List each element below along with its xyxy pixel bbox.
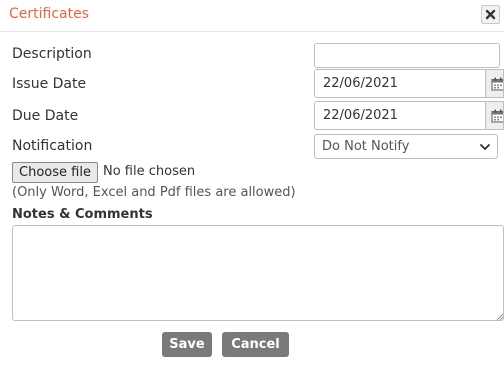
notification-select[interactable]: Do Not Notify (314, 134, 498, 159)
due-date-label: Due Date (12, 108, 79, 124)
notes-textarea[interactable] (12, 225, 504, 321)
issue-date-label: Issue Date (12, 76, 87, 92)
close-icon (485, 9, 496, 20)
choose-file-button[interactable]: Choose file (12, 162, 98, 183)
due-date-value: 22/06/2021 (323, 108, 398, 123)
resize-grip-icon[interactable] (494, 311, 504, 321)
close-button[interactable] (481, 5, 500, 24)
due-date-calendar-button[interactable] (485, 102, 503, 129)
calendar-icon (491, 109, 503, 122)
notification-label: Notification (12, 138, 93, 154)
issue-date-field[interactable]: 22/06/2021 (314, 69, 504, 98)
notification-selected-value: Do Not Notify (322, 139, 410, 154)
file-status-text: No file chosen (103, 164, 196, 179)
due-date-field[interactable]: 22/06/2021 (314, 101, 504, 130)
description-label: Description (12, 46, 92, 62)
chevron-down-icon (480, 144, 490, 150)
cancel-button[interactable]: Cancel (222, 332, 289, 357)
description-input[interactable] (314, 43, 500, 68)
issue-date-value: 22/06/2021 (323, 76, 398, 91)
file-type-hint: (Only Word, Excel and Pdf files are allo… (12, 185, 296, 200)
save-button[interactable]: Save (162, 332, 212, 357)
dialog-title: Certificates (9, 6, 90, 22)
issue-date-calendar-button[interactable] (485, 70, 503, 97)
dialog-header: Certificates (0, 0, 504, 32)
notes-label: Notes & Comments (12, 207, 153, 222)
calendar-icon (491, 77, 503, 90)
